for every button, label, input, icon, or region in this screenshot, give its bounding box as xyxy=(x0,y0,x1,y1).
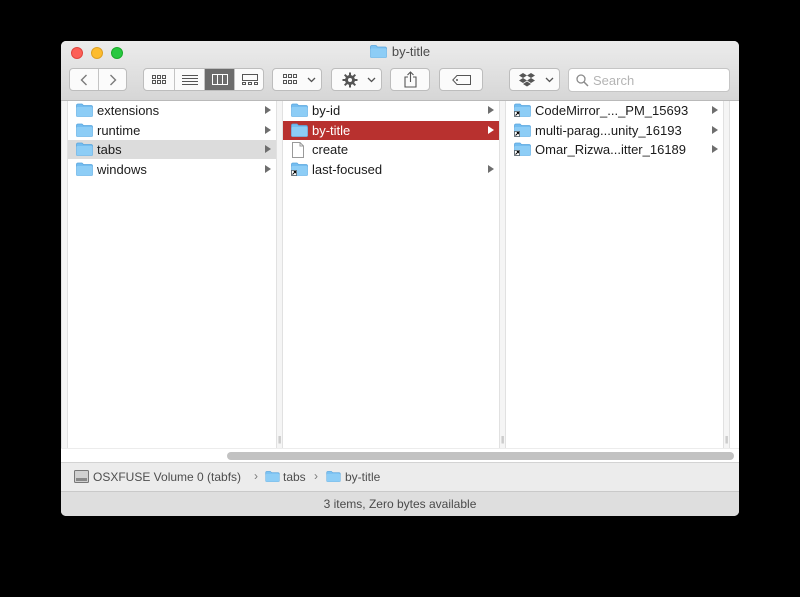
item-name: multi-parag...unity_16193 xyxy=(535,122,682,138)
chevron-left-icon xyxy=(80,74,87,85)
list-item[interactable]: Omar_Rizwa...itter_16189 xyxy=(506,140,723,159)
forward-button[interactable] xyxy=(98,69,127,90)
column-view-button[interactable] xyxy=(204,69,235,90)
disclosure-arrow-icon xyxy=(488,165,494,174)
path-separator-icon: › xyxy=(254,469,258,483)
path-segment-tabs[interactable]: tabs xyxy=(283,470,306,484)
list-item[interactable]: create xyxy=(283,140,499,159)
list-item[interactable]: last-focused xyxy=(283,160,499,179)
folder-icon xyxy=(76,162,93,181)
path-separator-icon: › xyxy=(314,469,318,483)
column-browser: extensions runtime tabs windows || by-id by-… xyxy=(61,101,739,448)
gear-icon xyxy=(342,72,358,88)
folder-icon xyxy=(291,123,308,142)
alias-folder-icon xyxy=(514,123,531,142)
tag-icon xyxy=(452,75,471,85)
path-segment-volume[interactable]: OSXFUSE Volume 0 (tabfs) xyxy=(93,470,241,484)
item-name: Omar_Rizwa...itter_16189 xyxy=(535,142,687,158)
back-button[interactable] xyxy=(70,69,98,90)
column-resize-handle[interactable] xyxy=(61,101,68,448)
back-forward-control xyxy=(69,68,127,91)
icon-view-icon xyxy=(152,75,166,84)
action-menu-button[interactable] xyxy=(331,68,382,91)
column-resize-handle[interactable]: || xyxy=(276,101,283,448)
disclosure-arrow-icon xyxy=(712,125,718,134)
window-title-text: by-title xyxy=(391,44,431,59)
list-item[interactable]: runtime xyxy=(68,121,276,140)
column-resize-handle[interactable]: || xyxy=(499,101,506,448)
tags-button[interactable] xyxy=(439,68,483,91)
disclosure-arrow-icon xyxy=(488,125,494,134)
share-icon xyxy=(404,71,417,88)
dropbox-button[interactable] xyxy=(509,68,560,91)
scrollbar-thumb[interactable] xyxy=(227,452,734,460)
view-mode-control xyxy=(143,68,264,91)
disclosure-arrow-icon xyxy=(712,145,718,154)
group-by-button[interactable] xyxy=(272,68,322,91)
disclosure-arrow-icon xyxy=(265,145,271,154)
search-field[interactable]: Search xyxy=(568,68,730,92)
status-bar: 3 items, Zero bytes available xyxy=(61,491,739,516)
list-item[interactable]: CodeMirror_..._PM_15693 xyxy=(506,101,723,120)
chevron-down-icon xyxy=(367,77,376,83)
folder-icon xyxy=(326,471,341,482)
folder-icon xyxy=(76,103,93,122)
disclosure-arrow-icon xyxy=(488,106,494,114)
disclosure-arrow-icon xyxy=(712,106,718,114)
column-resize-handle[interactable]: || xyxy=(723,101,730,448)
column-view-icon xyxy=(212,74,228,85)
list-item[interactable]: windows xyxy=(68,160,276,179)
list-item[interactable]: multi-parag...unity_16193 xyxy=(506,121,723,140)
column-1: extensions runtime tabs windows xyxy=(68,101,276,448)
item-name: by-id xyxy=(312,103,341,118)
column-3: CodeMirror_..._PM_15693 multi-parag...uni… xyxy=(506,101,723,448)
group-icon xyxy=(283,74,297,84)
path-bar: OSXFUSE Volume 0 (tabfs) › tabs › by-tit… xyxy=(61,462,739,491)
folder-icon xyxy=(265,471,280,482)
disclosure-arrow-icon xyxy=(265,165,271,174)
folder-icon xyxy=(76,123,93,142)
folder-icon xyxy=(291,103,308,122)
alias-folder-icon xyxy=(514,103,531,122)
path-segment-by-title[interactable]: by-title xyxy=(345,470,380,484)
list-item[interactable]: tabs xyxy=(68,140,276,161)
finder-window: by-title Search extensions runtime tabs … xyxy=(61,41,739,516)
dropbox-icon xyxy=(519,73,535,87)
disclosure-arrow-icon xyxy=(265,106,271,114)
list-item[interactable]: by-title xyxy=(283,120,499,142)
chevron-down-icon xyxy=(545,77,554,83)
chevron-right-icon xyxy=(110,74,117,85)
share-button[interactable] xyxy=(390,68,430,91)
disclosure-arrow-icon xyxy=(265,125,271,134)
list-view-icon xyxy=(182,75,198,85)
search-placeholder: Search xyxy=(593,73,635,88)
item-name: last-focused xyxy=(312,162,383,178)
window-title: by-title xyxy=(61,44,739,61)
icon-view-button[interactable] xyxy=(144,69,174,90)
list-item[interactable]: extensions xyxy=(68,101,276,120)
chevron-down-icon xyxy=(307,77,316,83)
title-bar: by-title Search xyxy=(61,41,739,101)
status-text: 3 items, Zero bytes available xyxy=(323,497,477,511)
folder-icon xyxy=(369,45,387,61)
item-name: runtime xyxy=(97,122,141,138)
item-name: tabs xyxy=(97,142,122,158)
drive-icon xyxy=(74,470,89,483)
horizontal-scrollbar[interactable] xyxy=(61,448,739,463)
folder-icon xyxy=(76,142,93,161)
item-name: by-title xyxy=(312,122,351,138)
item-name: create xyxy=(312,142,349,158)
list-item[interactable]: by-id xyxy=(283,101,499,120)
item-name: CodeMirror_..._PM_15693 xyxy=(535,103,689,118)
item-name: extensions xyxy=(97,103,160,118)
gallery-view-icon xyxy=(242,74,258,85)
item-name: windows xyxy=(97,162,147,178)
column-2: by-id by-title create last-focused xyxy=(283,101,499,448)
alias-folder-icon xyxy=(291,162,308,181)
alias-folder-icon xyxy=(514,142,531,161)
search-icon xyxy=(576,74,589,87)
gallery-view-button[interactable] xyxy=(234,69,263,90)
list-view-button[interactable] xyxy=(174,69,205,90)
